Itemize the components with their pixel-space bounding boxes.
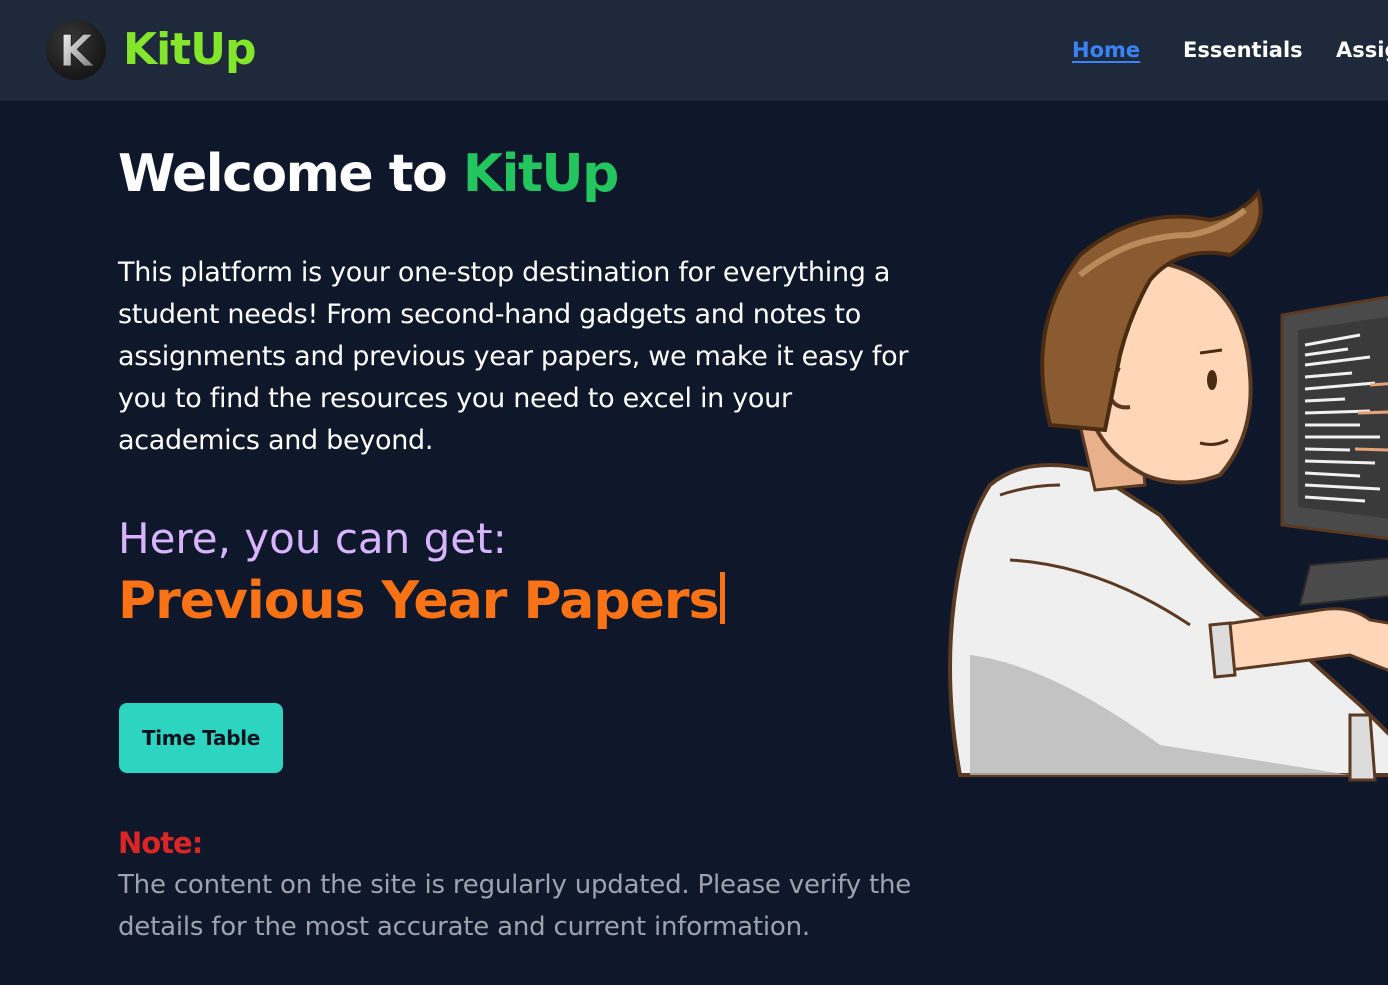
- note-text: The content on the site is regularly upd…: [118, 870, 912, 942]
- title-accent: KitUp: [462, 144, 619, 204]
- typed-text: Previous Year Papers: [118, 568, 726, 634]
- typed-text-value: Previous Year Papers: [118, 571, 719, 631]
- intro-paragraph: This platform is your one-stop destinati…: [118, 257, 909, 456]
- page-title: Welcome to KitUp: [118, 140, 619, 208]
- title-prefix: Welcome to: [118, 144, 448, 204]
- monitor-icon: [1280, 295, 1388, 607]
- nav-assignments[interactable]: Assig: [1336, 36, 1388, 64]
- brand-name[interactable]: KitUp: [123, 22, 256, 78]
- logo-icon[interactable]: K: [46, 20, 106, 80]
- note-label: Note:: [118, 826, 203, 860]
- logo-letter: K: [59, 26, 95, 77]
- time-table-button[interactable]: Time Table: [119, 703, 283, 773]
- nav-home[interactable]: Home: [1072, 36, 1140, 64]
- navbar: K KitUp Home Essentials Assig: [0, 0, 1388, 101]
- nav-essentials[interactable]: Essentials: [1183, 36, 1303, 64]
- typing-cursor: [720, 572, 726, 624]
- subhead: Here, you can get:: [118, 514, 507, 563]
- student-illustration: [948, 188, 1388, 782]
